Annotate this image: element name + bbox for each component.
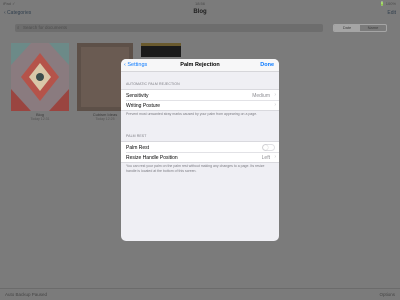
toggle-knob [263,144,268,150]
popover-title: Palm Rejection [180,62,220,68]
palm-rest-label: Palm Rest [126,144,150,151]
resize-handle-value: Left [261,154,270,161]
sort-date-segment[interactable]: Date [334,25,360,31]
clock: 18:56 [194,1,205,6]
cubist-art-image [11,43,69,111]
page-title: Blog [193,9,207,15]
popover-nav-bar: ‹ Settings Palm Rejection Done [121,59,279,72]
battery-label: 🔋 100% [379,1,396,6]
bottom-toolbar: Auto Backup Paused Options [0,288,400,300]
document-thumbnail-blog[interactable] [11,43,69,111]
backup-status[interactable]: Auto Backup Paused [5,292,47,297]
navigation-bar: ‹ Categories Blog Edit [0,7,400,21]
chevron-right-icon: › [274,154,276,160]
document-caption-blog: Blog Today 12:31 [11,112,69,122]
resize-handle-label: Resize Handle Position [126,154,178,161]
sensitivity-row[interactable]: Sensitivity Medium › [121,90,279,100]
resize-handle-row[interactable]: Resize Handle Position Left › [121,152,279,162]
writing-posture-row[interactable]: Writing Posture › [121,100,279,110]
done-button[interactable]: Done [260,62,274,68]
sensitivity-value: Medium [252,92,270,99]
sensitivity-label: Sensitivity [126,92,149,99]
auto-palm-group: Sensitivity Medium › Writing Posture › [121,89,279,111]
sort-name-segment[interactable]: Name [360,25,386,31]
palm-rest-toggle[interactable] [262,143,275,151]
chevron-right-icon: › [274,92,276,98]
edit-button[interactable]: Edit [387,10,396,16]
sort-segmented-control[interactable]: Date Name [333,24,387,32]
section-header-palm-rest: PALM REST [126,134,147,138]
auto-palm-footer: Prevent most unwanted stray marks caused… [126,112,258,116]
search-placeholder: Search for documents [23,25,68,30]
palm-rejection-popover: ‹ Settings Palm Rejection Done AUTOMATIC… [121,59,279,241]
search-icon: ⌕ [17,25,20,30]
palm-rest-footer: You can rest your palm on the palm rest … [126,164,265,173]
palm-rest-row: Palm Rest [121,142,279,152]
document-date: Today 12:31 [30,117,50,121]
options-button[interactable]: Options [379,292,395,297]
chevron-right-icon: › [274,102,276,108]
writing-posture-label: Writing Posture [126,102,161,109]
document-thumbnail-third[interactable] [141,43,181,57]
palm-rest-group: Palm Rest Resize Handle Position Left › [121,141,279,163]
section-header-auto-palm: AUTOMATIC PALM REJECTION [126,82,180,86]
search-input[interactable]: ⌕ Search for documents [15,24,323,32]
